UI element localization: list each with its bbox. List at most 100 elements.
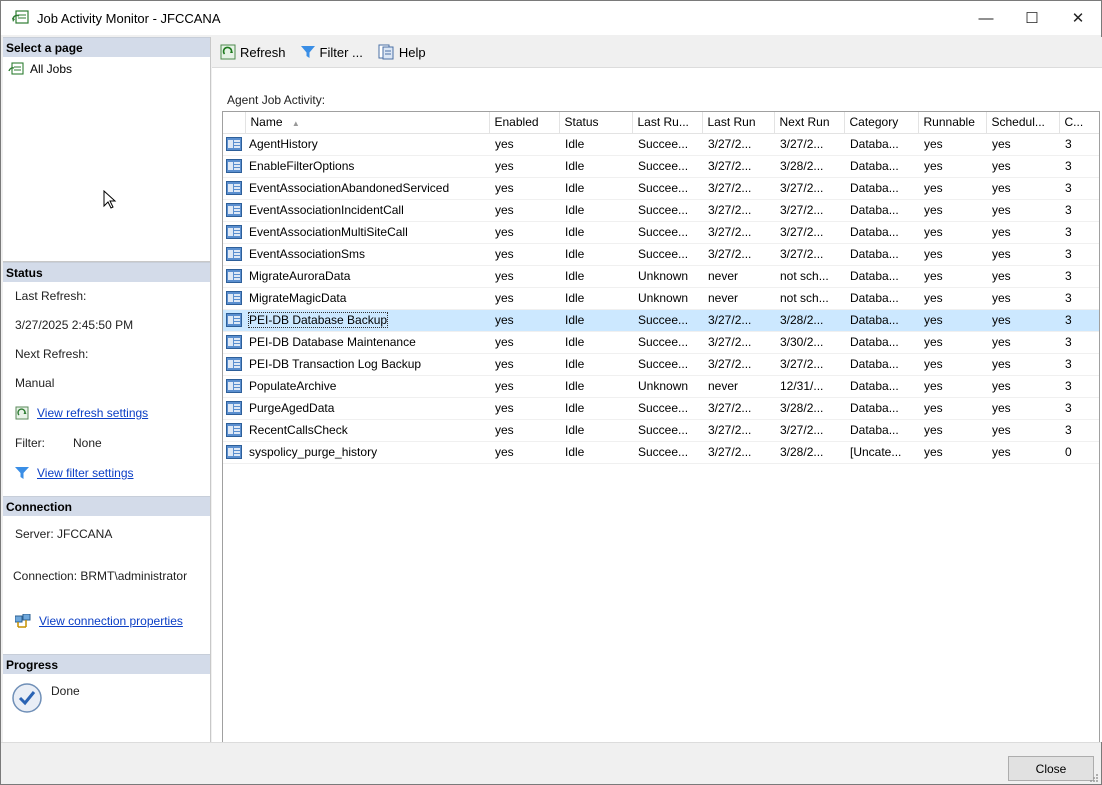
table-row[interactable]: EventAssociationAbandonedServiced yes Idle…: [223, 177, 1099, 200]
next-refresh-value: Manual: [15, 376, 55, 390]
c-cell: 3: [1059, 177, 1099, 200]
next-run-cell: 3/28/2...: [774, 309, 844, 332]
job-name: PurgeAgedData: [245, 397, 489, 420]
filter-button[interactable]: Filter ...: [300, 44, 363, 60]
runnable-cell: yes: [918, 397, 986, 420]
refresh-button[interactable]: Refresh: [220, 44, 286, 60]
column-header-name[interactable]: Name ▲: [245, 112, 490, 134]
next-run-cell: 3/28/2...: [774, 155, 844, 178]
scheduled-cell: yes: [986, 441, 1059, 464]
job-name-label: PEI-DB Database Backup: [247, 312, 389, 328]
job-name: MigrateMagicData: [245, 287, 489, 310]
last-run-cell: 3/27/2...: [702, 441, 774, 464]
table-row[interactable]: AgentHistory yes Idle Succee... 3/27/2... 3/2…: [223, 133, 1099, 156]
category-cell: Databa...: [844, 397, 918, 420]
job-name-label: PEI-DB Transaction Log Backup: [249, 357, 422, 371]
enabled-cell: yes: [489, 177, 559, 200]
connection-section: Server: JFCCANA Connection: BRMT\adminis…: [3, 516, 210, 636]
column-header-status[interactable]: Status: [559, 112, 633, 134]
last-run-cell: 3/27/2...: [702, 155, 774, 178]
status-cell: Idle: [559, 375, 632, 398]
c-cell: 3: [1059, 309, 1099, 332]
maximize-button[interactable]: ☐: [1009, 1, 1055, 35]
table-row[interactable]: EventAssociationIncidentCall yes Idle Succe…: [223, 199, 1099, 222]
job-icon-cell: [223, 331, 245, 354]
progress-header: Progress: [3, 654, 210, 674]
last-run-cell: 3/27/2...: [702, 419, 774, 442]
column-header-category[interactable]: Category: [844, 112, 919, 134]
runnable-cell: yes: [918, 177, 986, 200]
column-header-runnable[interactable]: Runnable: [918, 112, 987, 134]
scheduled-cell: yes: [986, 199, 1059, 222]
enabled-cell: yes: [489, 397, 559, 420]
column-header-last-run-outcome[interactable]: Last Ru...: [632, 112, 703, 134]
runnable-cell: yes: [918, 265, 986, 288]
table-row[interactable]: PopulateArchive yes Idle Unknown never 12/31/…: [223, 375, 1099, 398]
runnable-cell: yes: [918, 375, 986, 398]
table-row[interactable]: PEI-DB Transaction Log Backup yes Idle Succ…: [223, 353, 1099, 376]
category-cell: Databa...: [844, 265, 918, 288]
category-cell: Databa...: [844, 375, 918, 398]
scheduled-cell: yes: [986, 375, 1059, 398]
column-header-enabled[interactable]: Enabled: [489, 112, 560, 134]
help-button[interactable]: Help: [377, 44, 426, 60]
last-run-cell: never: [702, 375, 774, 398]
job-name: PEI-DB Database Maintenance: [245, 331, 489, 354]
job-name-label: MigrateMagicData: [249, 291, 347, 305]
job-name-label: PurgeAgedData: [249, 401, 335, 415]
view-filter-settings-link[interactable]: View filter settings: [37, 466, 134, 480]
refresh-settings-icon: [15, 406, 29, 420]
table-row[interactable]: PEI-DB Database Backup yes Idle Succee... 3/…: [223, 309, 1099, 332]
column-header-next-run[interactable]: Next Run: [774, 112, 845, 134]
column-header-scheduled[interactable]: Schedul...: [986, 112, 1060, 134]
column-header-icon[interactable]: [223, 112, 246, 134]
window-controls: — ☐ ✕: [963, 1, 1101, 35]
enabled-cell: yes: [489, 375, 559, 398]
table-row[interactable]: EnableFilterOptions yes Idle Succee... 3/27/…: [223, 155, 1099, 178]
last-run-cell: 3/27/2...: [702, 243, 774, 266]
last-run-cell: 3/27/2...: [702, 199, 774, 222]
close-button[interactable]: Close: [1008, 756, 1094, 781]
enabled-cell: yes: [489, 221, 559, 244]
table-row[interactable]: RecentCallsCheck yes Idle Succee... 3/27/2..…: [223, 419, 1099, 442]
status-cell: Idle: [559, 309, 632, 332]
help-icon: [377, 44, 395, 60]
job-icon: [226, 269, 242, 284]
table-row[interactable]: PurgeAgedData yes Idle Succee... 3/27/2... 3/…: [223, 397, 1099, 420]
job-icon: [226, 181, 242, 196]
job-icon: [226, 379, 242, 394]
filter-funnel-icon: [15, 466, 29, 480]
view-refresh-settings-link[interactable]: View refresh settings: [37, 406, 148, 420]
status-header: Status: [3, 262, 210, 282]
minimize-button[interactable]: —: [963, 1, 1009, 35]
job-name: MigrateAuroraData: [245, 265, 489, 288]
job-icon: [226, 203, 242, 218]
scheduled-cell: yes: [986, 133, 1059, 156]
runnable-cell: yes: [918, 221, 986, 244]
last-run-cell: never: [702, 265, 774, 288]
scheduled-cell: yes: [986, 155, 1059, 178]
table-row[interactable]: EventAssociationSms yes Idle Succee... 3/27/…: [223, 243, 1099, 266]
table-row[interactable]: MigrateAuroraData yes Idle Unknown never not …: [223, 265, 1099, 288]
help-label: Help: [398, 44, 426, 60]
status-cell: Idle: [559, 133, 632, 156]
column-header-c[interactable]: C...: [1059, 112, 1099, 134]
enabled-cell: yes: [489, 243, 559, 266]
last-run-outcome-cell: Unknown: [632, 375, 702, 398]
table-row[interactable]: PEI-DB Database Maintenance yes Idle Succee…: [223, 331, 1099, 354]
next-run-cell: 3/30/2...: [774, 331, 844, 354]
page-item-all-jobs[interactable]: All Jobs: [3, 57, 210, 77]
column-header-last-run[interactable]: Last Run: [702, 112, 775, 134]
close-window-button[interactable]: ✕: [1055, 1, 1101, 35]
job-activity-grid[interactable]: Name ▲ Enabled Status Last Ru... Last Ru…: [222, 111, 1100, 743]
table-row[interactable]: syspolicy_purge_history yes Idle Succee... 3…: [223, 441, 1099, 464]
right-pane: Refresh Filter ... Help Agent Job Activi…: [212, 37, 1102, 743]
view-connection-properties-link[interactable]: View connection properties: [39, 614, 183, 628]
last-refresh-value: 3/27/2025 2:45:50 PM: [15, 318, 134, 332]
resize-grip-icon[interactable]: [1089, 772, 1099, 782]
table-row[interactable]: EventAssociationMultiSiteCall yes Idle Succ…: [223, 221, 1099, 244]
filter-value: None: [73, 436, 102, 450]
job-table-body: AgentHistory yes Idle Succee... 3/27/2... 3/2…: [223, 133, 1099, 464]
page-item-label: All Jobs: [30, 61, 73, 76]
table-row[interactable]: MigrateMagicData yes Idle Unknown never not s…: [223, 287, 1099, 310]
